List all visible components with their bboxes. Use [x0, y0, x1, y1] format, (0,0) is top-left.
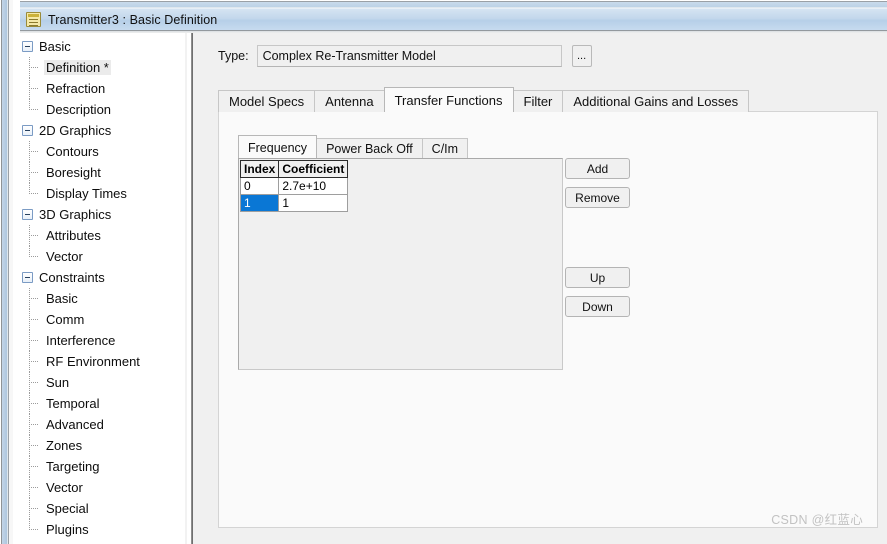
document-properties-icon	[26, 12, 41, 27]
table-row[interactable]: 11	[239, 194, 349, 212]
tree-item-basic[interactable]: Basic	[20, 288, 182, 309]
tree-item-contours[interactable]: Contours	[20, 141, 182, 162]
tree-item-vector[interactable]: Vector	[20, 246, 182, 267]
tab-panel-transfer-functions: Frequency Power Back Off C/Im Index Coeffi…	[218, 111, 878, 528]
tab-filter[interactable]: Filter	[512, 90, 564, 112]
tree-item-vector[interactable]: Vector	[20, 477, 182, 498]
tree-group-basic[interactable]: Basic	[20, 36, 182, 57]
table-row[interactable]: 0 2.7e+10	[239, 177, 349, 195]
type-input[interactable]	[256, 45, 562, 67]
tab-transfer-functions[interactable]: Transfer Functions	[383, 87, 514, 112]
grid-action-buttons: Add Remove Up Down	[565, 158, 655, 317]
navigation-tree[interactable]: Basic Definition * Refraction Description 2D…	[20, 33, 183, 544]
cell-coefficient[interactable]: 2.7e+10	[278, 177, 349, 195]
window-frame-top	[0, 0, 887, 8]
tree-item-label: Definition *	[44, 60, 111, 75]
table-body: 0 2.7e+10 1 1	[239, 177, 349, 212]
tree-item-label: Attributes	[46, 228, 101, 243]
tree-group-label: 3D Graphics	[39, 207, 112, 222]
tree-item-zones[interactable]: Zones	[20, 435, 182, 456]
tree-item-label: Contours	[46, 144, 99, 159]
inner-tab-power-back-off[interactable]: Power Back Off	[316, 138, 423, 159]
tree-item-special[interactable]: Special	[20, 498, 182, 519]
tab-additional-gains-and-losses[interactable]: Additional Gains and Losses	[562, 90, 750, 112]
move-up-button[interactable]: Up	[565, 267, 630, 288]
cell-index[interactable]: 0	[239, 177, 280, 195]
content-panel: Type: ... Model SpecsAntennaTransfer Fun…	[210, 33, 887, 544]
application-window: Transmitter3 : Basic Definition Basic Def…	[0, 0, 887, 544]
tree-group-constraints[interactable]: Constraints	[20, 267, 182, 288]
client-area: Basic Definition * Refraction Description 2D…	[20, 33, 887, 544]
tree-item-description[interactable]: Description	[20, 99, 182, 120]
tree-group-3d-graphics[interactable]: 3D Graphics	[20, 204, 182, 225]
move-down-button[interactable]: Down	[565, 296, 630, 317]
tab-model-specs[interactable]: Model Specs	[218, 90, 316, 112]
tree-item-label: Boresight	[46, 165, 101, 180]
tree-item-display-times[interactable]: Display Times	[20, 183, 182, 204]
tree-item-label: Vector	[46, 480, 83, 495]
tree-item-rf-environment[interactable]: RF Environment	[20, 351, 182, 372]
watermark: CSDN @红蓝心	[771, 513, 863, 527]
title-bar[interactable]: Transmitter3 : Basic Definition	[20, 8, 887, 30]
remove-button[interactable]: Remove	[565, 187, 630, 208]
add-button[interactable]: Add	[565, 158, 630, 179]
tree-item-temporal[interactable]: Temporal	[20, 393, 182, 414]
window-frame-left	[0, 0, 20, 544]
tree-item-label: Interference	[46, 333, 116, 348]
tree-group-label: Basic	[39, 39, 71, 54]
tree-item-label: Plugins	[46, 522, 89, 537]
tree-item-label: Sun	[46, 375, 70, 390]
tree-item-label: Temporal	[46, 396, 100, 411]
tree-item-label: Comm	[46, 312, 85, 327]
tree-item-label: Advanced	[46, 417, 104, 432]
tree-item-interference[interactable]: Interference	[20, 330, 182, 351]
panel-splitter[interactable]	[183, 33, 210, 544]
collapse-icon[interactable]	[22, 209, 33, 220]
tree-item-boresight[interactable]: Boresight	[20, 162, 182, 183]
tree-group-label: Constraints	[39, 270, 105, 285]
tree-item-label: Basic	[46, 291, 78, 306]
tree-item-definition[interactable]: Definition *	[20, 57, 182, 78]
tree-item-label: Special	[46, 501, 89, 516]
collapse-icon[interactable]	[22, 272, 33, 283]
tree-item-plugins[interactable]: Plugins	[20, 519, 182, 540]
tree-item-label: Description	[46, 102, 112, 117]
tree-item-advanced[interactable]: Advanced	[20, 414, 182, 435]
tree-item-targeting[interactable]: Targeting	[20, 456, 182, 477]
inner-tab-c-im[interactable]: C/Im	[421, 138, 469, 159]
tree-item-label: Targeting	[46, 459, 100, 474]
tree-item-label: Display Times	[46, 186, 127, 201]
type-browse-button[interactable]: ...	[571, 45, 592, 67]
window-title: Transmitter3 : Basic Definition	[48, 12, 218, 27]
tab-antenna[interactable]: Antenna	[314, 90, 385, 112]
column-header-index[interactable]: Index	[239, 160, 280, 178]
inner-tab-frequency[interactable]: Frequency	[238, 135, 318, 159]
coefficient-grid-container[interactable]: Index Coefficient 0 2.7e+10 1 1	[238, 158, 563, 370]
collapse-icon[interactable]	[22, 125, 33, 136]
type-row: Type: ...	[218, 45, 592, 67]
navigation-tree-list: Basic Definition * Refraction Description 2D…	[20, 33, 182, 540]
collapse-icon[interactable]	[22, 41, 33, 52]
tree-item-label: RF Environment	[46, 354, 140, 369]
tab-bar: Model Specs Antenna Transfer Functions Filt…	[218, 87, 878, 112]
tree-item-label: Zones	[46, 438, 83, 453]
inner-tab-bar: Frequency Power Back Off C/Im	[238, 135, 469, 159]
column-header-coefficient[interactable]: Coefficient	[278, 160, 349, 178]
tree-group-2d-graphics[interactable]: 2D Graphics	[20, 120, 182, 141]
table-header-row: Index Coefficient	[239, 160, 349, 178]
cell-index[interactable]: 1	[239, 194, 280, 212]
tree-item-label: Refraction	[46, 81, 106, 96]
tree-item-attributes[interactable]: Attributes	[20, 225, 182, 246]
tree-group-label: 2D Graphics	[39, 123, 112, 138]
coefficient-table[interactable]: Index Coefficient 0 2.7e+10 1 1	[239, 160, 349, 212]
cell-coefficient[interactable]: 1	[278, 194, 349, 212]
tree-item-sun[interactable]: Sun	[20, 372, 182, 393]
tree-item-comm[interactable]: Comm	[20, 309, 182, 330]
tree-item-label: Vector	[46, 249, 83, 264]
tree-item-refraction[interactable]: Refraction	[20, 78, 182, 99]
type-label: Type:	[218, 49, 249, 63]
